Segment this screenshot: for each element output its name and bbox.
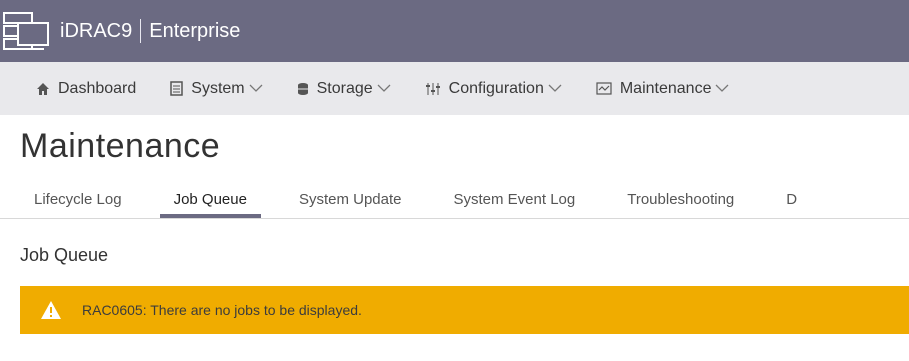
maintenance-icon [596,82,612,95]
chevron-down-icon [377,82,391,96]
nav-label-dashboard: Dashboard [58,79,137,97]
main-nav: Dashboard System Storage Configuration M… [0,62,909,115]
warning-alert: RAC0605: There are no jobs to be display… [20,286,909,334]
tab-system-update[interactable]: System Update [285,191,416,218]
sliders-icon [425,82,441,96]
nav-item-configuration[interactable]: Configuration [425,80,562,98]
brand-title: iDRAC9 Enterprise [60,19,240,43]
tab-bar: Lifecycle Log Job Queue System Update Sy… [0,176,909,219]
server-logo-icon [2,6,52,56]
nav-label-configuration: Configuration [448,79,544,97]
nav-item-system[interactable]: System [170,79,263,98]
brand-separator [140,19,142,43]
brand-name: iDRAC9 [60,19,133,42]
tab-lifecycle-log[interactable]: Lifecycle Log [20,191,136,218]
home-icon [36,82,50,96]
tab-diagnostics[interactable]: D [772,191,811,218]
nav-label-storage: Storage [316,79,373,97]
chevron-down-icon [548,82,562,96]
chevron-down-icon [715,82,729,96]
storage-icon [297,82,309,96]
tab-troubleshooting[interactable]: Troubleshooting [613,191,748,218]
section-title: Job Queue [20,245,109,265]
system-icon [170,81,184,96]
alert-message: RAC0605: There are no jobs to be display… [82,302,362,318]
nav-label-maintenance: Maintenance [619,79,712,97]
tab-job-queue[interactable]: Job Queue [159,191,261,218]
chevron-down-icon [249,82,263,96]
nav-item-storage[interactable]: Storage [297,80,391,98]
page-title: Maintenance [20,127,221,165]
top-header: iDRAC9 Enterprise [0,0,909,62]
brand-edition: Enterprise [149,19,241,42]
warning-icon [40,300,62,320]
nav-item-maintenance[interactable]: Maintenance [596,80,730,98]
tab-system-event-log[interactable]: System Event Log [440,191,590,218]
nav-item-dashboard[interactable]: Dashboard [36,80,136,98]
nav-label-system: System [191,79,245,97]
